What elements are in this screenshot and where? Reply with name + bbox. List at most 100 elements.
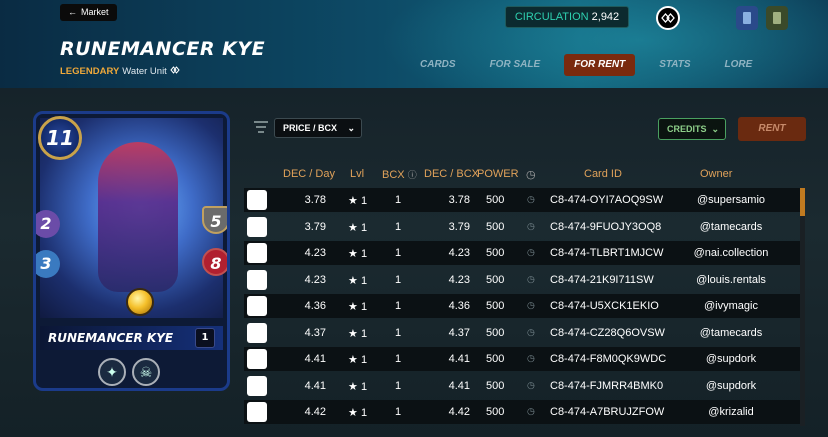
row-checkbox[interactable]: [247, 269, 267, 290]
scrollbar-track[interactable]: [800, 188, 805, 426]
bcx-cell: 1: [395, 353, 402, 365]
circulation-value: 2,942: [591, 11, 620, 23]
clock-icon: ◷: [527, 273, 535, 284]
back-label: Market: [81, 7, 109, 17]
dec-per-bcx: 4.42: [448, 406, 470, 418]
star-icon: ★: [348, 221, 358, 234]
row-checkbox[interactable]: [247, 296, 267, 316]
row-checkbox[interactable]: [247, 349, 267, 369]
table-row[interactable]: 3.79 ★ 1 1 3.79 500 ◷ C8-474-9FUOJY3OQ8 …: [244, 215, 800, 239]
col-card-id[interactable]: Card ID: [584, 168, 622, 180]
dec-per-day: 4.41: [304, 353, 326, 365]
level-cell: ★ 1: [348, 300, 367, 313]
dec-per-bcx: 3.79: [448, 220, 470, 233]
currency-dropdown[interactable]: CREDITS ⌄: [658, 118, 726, 140]
dec-per-bcx: 4.36: [448, 300, 470, 312]
owner-cell[interactable]: @supdork: [676, 353, 786, 365]
card-id-cell[interactable]: C8-474-A7BRUJZFOW: [550, 406, 664, 418]
table-row[interactable]: 4.41 ★ 1 1 4.41 500 ◷ C8-474-F8M0QK9WDC …: [244, 347, 800, 371]
row-checkbox[interactable]: [247, 243, 267, 263]
tab-for-sale[interactable]: FOR SALE: [480, 54, 551, 76]
card-id-cell[interactable]: C8-474-F8M0QK9WDC: [550, 353, 666, 365]
table-row[interactable]: 4.36 ★ 1 1 4.36 500 ◷ C8-474-U5XCK1EKIO …: [244, 294, 800, 318]
magic-attack-stat: 3: [36, 250, 60, 278]
filter-icon[interactable]: [254, 120, 268, 133]
col-bcx[interactable]: BCX ⓘ: [382, 168, 417, 181]
level-value: 1: [360, 248, 368, 260]
col-dec-day[interactable]: DEC / Day: [283, 168, 335, 180]
table-row[interactable]: 4.23 ★ 1 1 4.23 500 ◷ C8-474-21K9I711SW …: [244, 268, 800, 292]
row-checkbox[interactable]: [247, 375, 267, 396]
power-cell: 500: [486, 194, 505, 206]
circulation-label: CIRCULATION: [514, 11, 589, 23]
owner-cell[interactable]: @krizalid: [676, 406, 786, 418]
back-to-market-button[interactable]: ← Market: [60, 4, 117, 21]
card-id-cell[interactable]: C8-474-U5XCK1EKIO: [550, 300, 659, 312]
edition-book-icon[interactable]: [736, 6, 758, 30]
col-lvl[interactable]: Lvl: [350, 168, 364, 180]
star-icon: ★: [348, 248, 358, 260]
level-cell: ★ 1: [348, 221, 367, 234]
star-icon: ★: [348, 195, 358, 207]
row-checkbox[interactable]: [247, 322, 267, 343]
table-row[interactable]: 4.41 ★ 1 1 4.41 500 ◷ C8-474-FJMRR4BMK0 …: [244, 374, 800, 398]
power-cell: 500: [486, 300, 505, 312]
card-id-cell[interactable]: C8-474-9FUOJY3OQ8: [550, 221, 661, 233]
card-id-cell[interactable]: C8-474-21K9I711SW: [550, 274, 654, 286]
edition-scroll-icon[interactable]: [766, 6, 788, 30]
dec-per-day: 4.41: [304, 379, 326, 392]
table-row[interactable]: 4.42 ★ 1 1 4.42 500 ◷ C8-474-A7BRUJZFOW …: [244, 400, 800, 424]
card-id-cell[interactable]: C8-474-FJMRR4BMK0: [550, 380, 663, 392]
tab-cards[interactable]: CARDS: [410, 54, 466, 76]
star-icon: ★: [348, 380, 358, 393]
tab-lore[interactable]: LORE: [715, 54, 763, 76]
owner-cell[interactable]: @ivymagic: [676, 300, 786, 312]
dec-per-day: 4.42: [304, 406, 326, 418]
mana-cost: 11: [38, 116, 82, 160]
rent-button[interactable]: RENT: [738, 117, 806, 141]
col-power[interactable]: POWER: [477, 168, 519, 180]
owner-cell[interactable]: @nai.collection: [676, 247, 786, 259]
owner-cell[interactable]: @tamecards: [676, 327, 786, 339]
character-figure: [98, 142, 178, 292]
level-cell: ★ 1: [348, 247, 367, 260]
power-cell: 500: [486, 273, 505, 286]
melee-attack-stat: 2: [36, 210, 60, 238]
col-owner[interactable]: Owner: [700, 168, 732, 180]
star-icon: ★: [348, 274, 358, 287]
scrollbar-thumb[interactable]: [800, 188, 805, 216]
tab-stats[interactable]: STATS: [649, 54, 700, 76]
col-bcx-label: BCX: [382, 169, 405, 181]
owner-cell[interactable]: @louis.rentals: [676, 274, 786, 286]
card-id-cell[interactable]: C8-474-CZ28Q6OVSW: [550, 327, 665, 339]
owner-cell[interactable]: @supersamio: [676, 194, 786, 206]
clock-icon: ◷: [527, 353, 535, 363]
dec-per-bcx: 4.41: [448, 379, 470, 392]
col-dec-bcx[interactable]: DEC / BCX: [424, 168, 479, 180]
dec-per-day: 3.78: [304, 194, 326, 206]
row-checkbox[interactable]: [247, 216, 267, 237]
level-value: 1: [360, 221, 368, 234]
info-icon[interactable]: ⓘ: [408, 170, 417, 180]
dec-per-bcx: 3.78: [448, 194, 470, 206]
card-id-cell[interactable]: C8-474-TLBRT1MJCW: [550, 247, 664, 259]
sort-dropdown[interactable]: PRICE / BCX ⌄: [274, 118, 362, 138]
table-row[interactable]: 4.23 ★ 1 1 4.23 500 ◷ C8-474-TLBRT1MJCW …: [244, 241, 800, 265]
card-subtitle: LEGENDARY Water Unit: [60, 66, 180, 77]
table-row[interactable]: 3.78 ★ 1 1 3.78 500 ◷ C8-474-OYI7AOQ9SW …: [244, 188, 800, 212]
table-row[interactable]: 4.37 ★ 1 1 4.37 500 ◷ C8-474-CZ28Q6OVSW …: [244, 321, 800, 345]
clock-icon: ◷: [527, 220, 535, 231]
owner-cell[interactable]: @tamecards: [676, 221, 786, 233]
card-id-cell[interactable]: C8-474-OYI7AOQ9SW: [550, 194, 663, 206]
level-value: 1: [360, 274, 368, 287]
level-value: 1: [360, 301, 368, 313]
bcx-cell: 1: [395, 194, 402, 206]
level-value: 1: [360, 327, 368, 340]
tab-for-rent[interactable]: FOR RENT: [564, 54, 636, 76]
card-image: 11 2 3 5 8 RUNEMANCER KYE 1 ✦ ☠: [33, 111, 230, 391]
row-checkbox[interactable]: [247, 402, 267, 422]
owner-cell[interactable]: @supdork: [676, 380, 786, 392]
splinter-icon[interactable]: [656, 6, 680, 30]
clock-icon[interactable]: ◷: [526, 168, 536, 181]
row-checkbox[interactable]: [247, 190, 267, 210]
